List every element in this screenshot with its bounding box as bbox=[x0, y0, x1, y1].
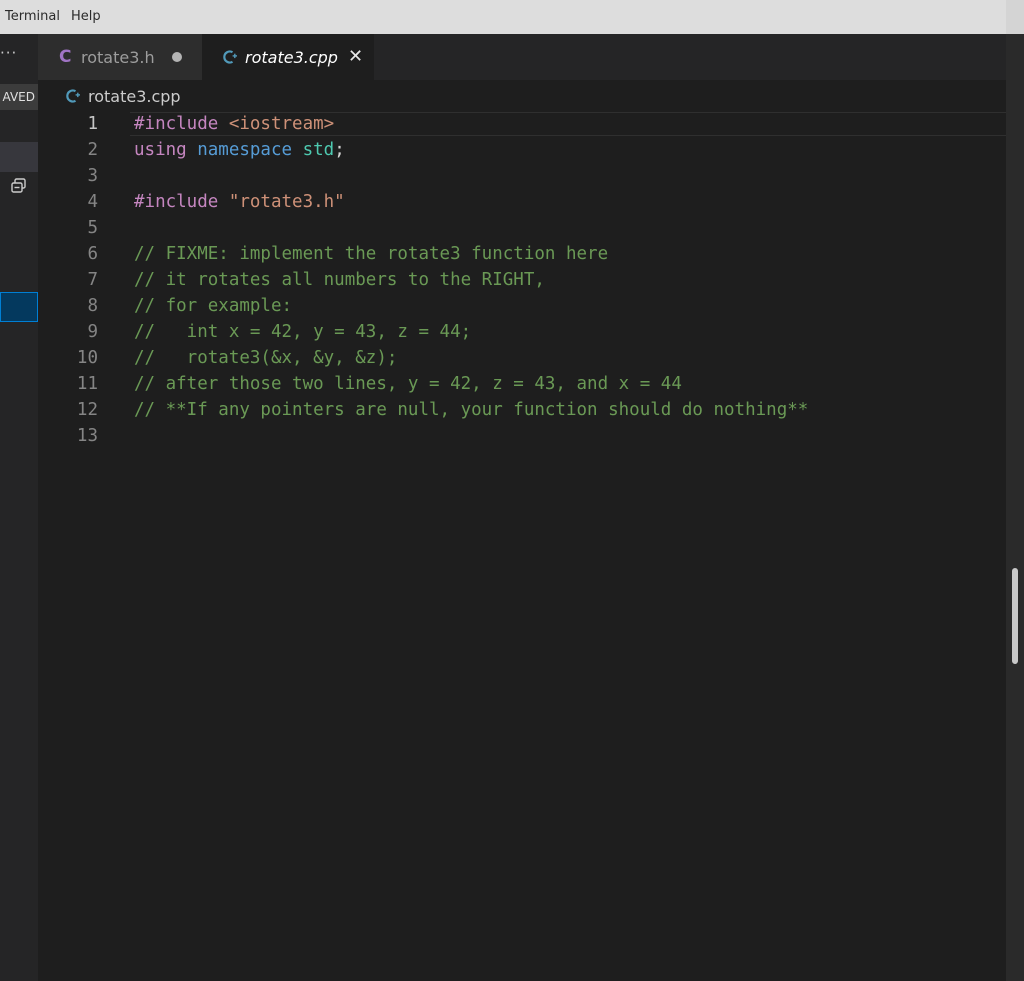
code-token: // rotate3(&x, &y, &z); bbox=[134, 348, 398, 368]
code-token: // int x = 42, y = 43, z = 44; bbox=[134, 322, 472, 342]
code-token: // it rotates all numbers to the RIGHT, bbox=[134, 270, 545, 290]
line-number: 2 bbox=[87, 140, 98, 160]
line-number: 8 bbox=[87, 296, 98, 316]
line-number: 7 bbox=[87, 270, 98, 290]
menu-bar: Terminal Help bbox=[0, 0, 1006, 34]
code-line[interactable]: 4 #include "rotate3.h" bbox=[38, 189, 1006, 215]
breadcrumb: rotate3.cpp bbox=[38, 80, 1006, 112]
code-line[interactable]: 12 // **If any pointers are null, your fu… bbox=[38, 397, 1006, 423]
code-token: #include bbox=[134, 114, 229, 134]
code-line[interactable]: 2 using namespace std; bbox=[38, 137, 1006, 163]
code-token: // for example: bbox=[134, 296, 293, 316]
line-text: // int x = 42, y = 43, z = 44; bbox=[134, 319, 471, 345]
line-text: // it rotates all numbers to the RIGHT, bbox=[134, 267, 545, 293]
collapse-all-icon[interactable] bbox=[10, 177, 28, 195]
code-line[interactable]: 11 // after those two lines, y = 42, z = … bbox=[38, 371, 1006, 397]
explorer-sidebar: ··· AVED bbox=[0, 34, 38, 981]
line-number: 13 bbox=[76, 426, 98, 446]
code-line[interactable]: 3 bbox=[38, 163, 1006, 189]
window-edge bbox=[1006, 0, 1024, 981]
line-number: 12 bbox=[76, 400, 98, 420]
unsaved-dot-icon[interactable] bbox=[171, 52, 182, 62]
more-actions-icon[interactable]: ··· bbox=[0, 44, 38, 72]
code-line[interactable]: 9 // int x = 42, y = 43, z = 44; bbox=[38, 319, 1006, 345]
code-line[interactable]: 6 // FIXME: implement the rotate3 functio… bbox=[38, 241, 1006, 267]
cpp-file-icon bbox=[66, 88, 88, 104]
menu-terminal[interactable]: Terminal bbox=[0, 0, 66, 34]
line-number: 6 bbox=[87, 244, 98, 264]
scrollbar-track bbox=[1006, 34, 1024, 981]
explorer-hover-row[interactable] bbox=[0, 142, 38, 172]
code-token: #include bbox=[134, 192, 229, 212]
line-text: // for example: bbox=[134, 293, 292, 319]
close-tab-icon[interactable]: ✕ bbox=[348, 48, 363, 66]
line-number: 5 bbox=[87, 218, 98, 238]
line-number: 11 bbox=[76, 374, 98, 394]
vscode-window: Terminal Help ··· AVED C rotate3.h rotat… bbox=[0, 0, 1024, 981]
line-number: 4 bbox=[87, 192, 98, 212]
line-text: // rotate3(&x, &y, &z); bbox=[134, 345, 397, 371]
explorer-selected-row[interactable] bbox=[0, 292, 38, 322]
code-token: // after those two lines, y = 42, z = 43… bbox=[134, 374, 682, 394]
code-line[interactable]: 1 #include <iostream> bbox=[38, 111, 1006, 137]
cpp-file-icon bbox=[223, 49, 245, 65]
line-number: 10 bbox=[76, 348, 98, 368]
code-token: <iostream> bbox=[228, 114, 335, 134]
code-token: std bbox=[302, 140, 335, 160]
tab-rotate3-h[interactable]: C rotate3.h bbox=[38, 34, 202, 80]
line-text: // **If any pointers are null, your func… bbox=[134, 397, 808, 423]
code-token: ; bbox=[334, 140, 345, 160]
code-token: // FIXME: implement the rotate3 function… bbox=[134, 244, 609, 264]
line-text: #include <iostream> bbox=[134, 111, 334, 137]
code-line[interactable]: 8 // for example: bbox=[38, 293, 1006, 319]
code-token: using bbox=[134, 140, 198, 160]
line-text: #include "rotate3.h" bbox=[134, 189, 345, 215]
code-token: namespace bbox=[197, 140, 303, 160]
editor-tab-bar: C rotate3.h rotate3.cpp ✕ bbox=[38, 34, 1006, 80]
line-text: using namespace std; bbox=[134, 137, 345, 163]
code-editor[interactable]: 1 #include <iostream> 2 using namespace std… bbox=[38, 112, 1006, 981]
vertical-scrollbar-thumb[interactable] bbox=[1012, 568, 1018, 664]
code-line[interactable]: 5 bbox=[38, 215, 1006, 241]
code-line[interactable]: 7 // it rotates all numbers to the RIGHT, bbox=[38, 267, 1006, 293]
line-number: 3 bbox=[87, 166, 98, 186]
menu-help[interactable]: Help bbox=[66, 0, 107, 34]
tab-rotate3-cpp[interactable]: rotate3.cpp ✕ bbox=[202, 34, 374, 80]
line-text: // after those two lines, y = 42, z = 43… bbox=[134, 371, 682, 397]
tab-label: rotate3.cpp bbox=[245, 47, 338, 67]
code-line[interactable]: 13 bbox=[38, 423, 1006, 449]
line-text: // FIXME: implement the rotate3 function… bbox=[134, 241, 608, 267]
code-line[interactable]: 10 // rotate3(&x, &y, &z); bbox=[38, 345, 1006, 371]
tab-label: rotate3.h bbox=[81, 47, 155, 67]
line-number: 1 bbox=[87, 114, 98, 134]
line-number: 9 bbox=[87, 322, 98, 342]
code-token: "rotate3.h" bbox=[228, 192, 345, 212]
breadcrumb-file[interactable]: rotate3.cpp bbox=[88, 87, 181, 106]
c-file-icon: C bbox=[59, 47, 72, 67]
unsaved-badge: AVED bbox=[0, 84, 38, 110]
code-token: // **If any pointers are null, your func… bbox=[134, 400, 809, 420]
